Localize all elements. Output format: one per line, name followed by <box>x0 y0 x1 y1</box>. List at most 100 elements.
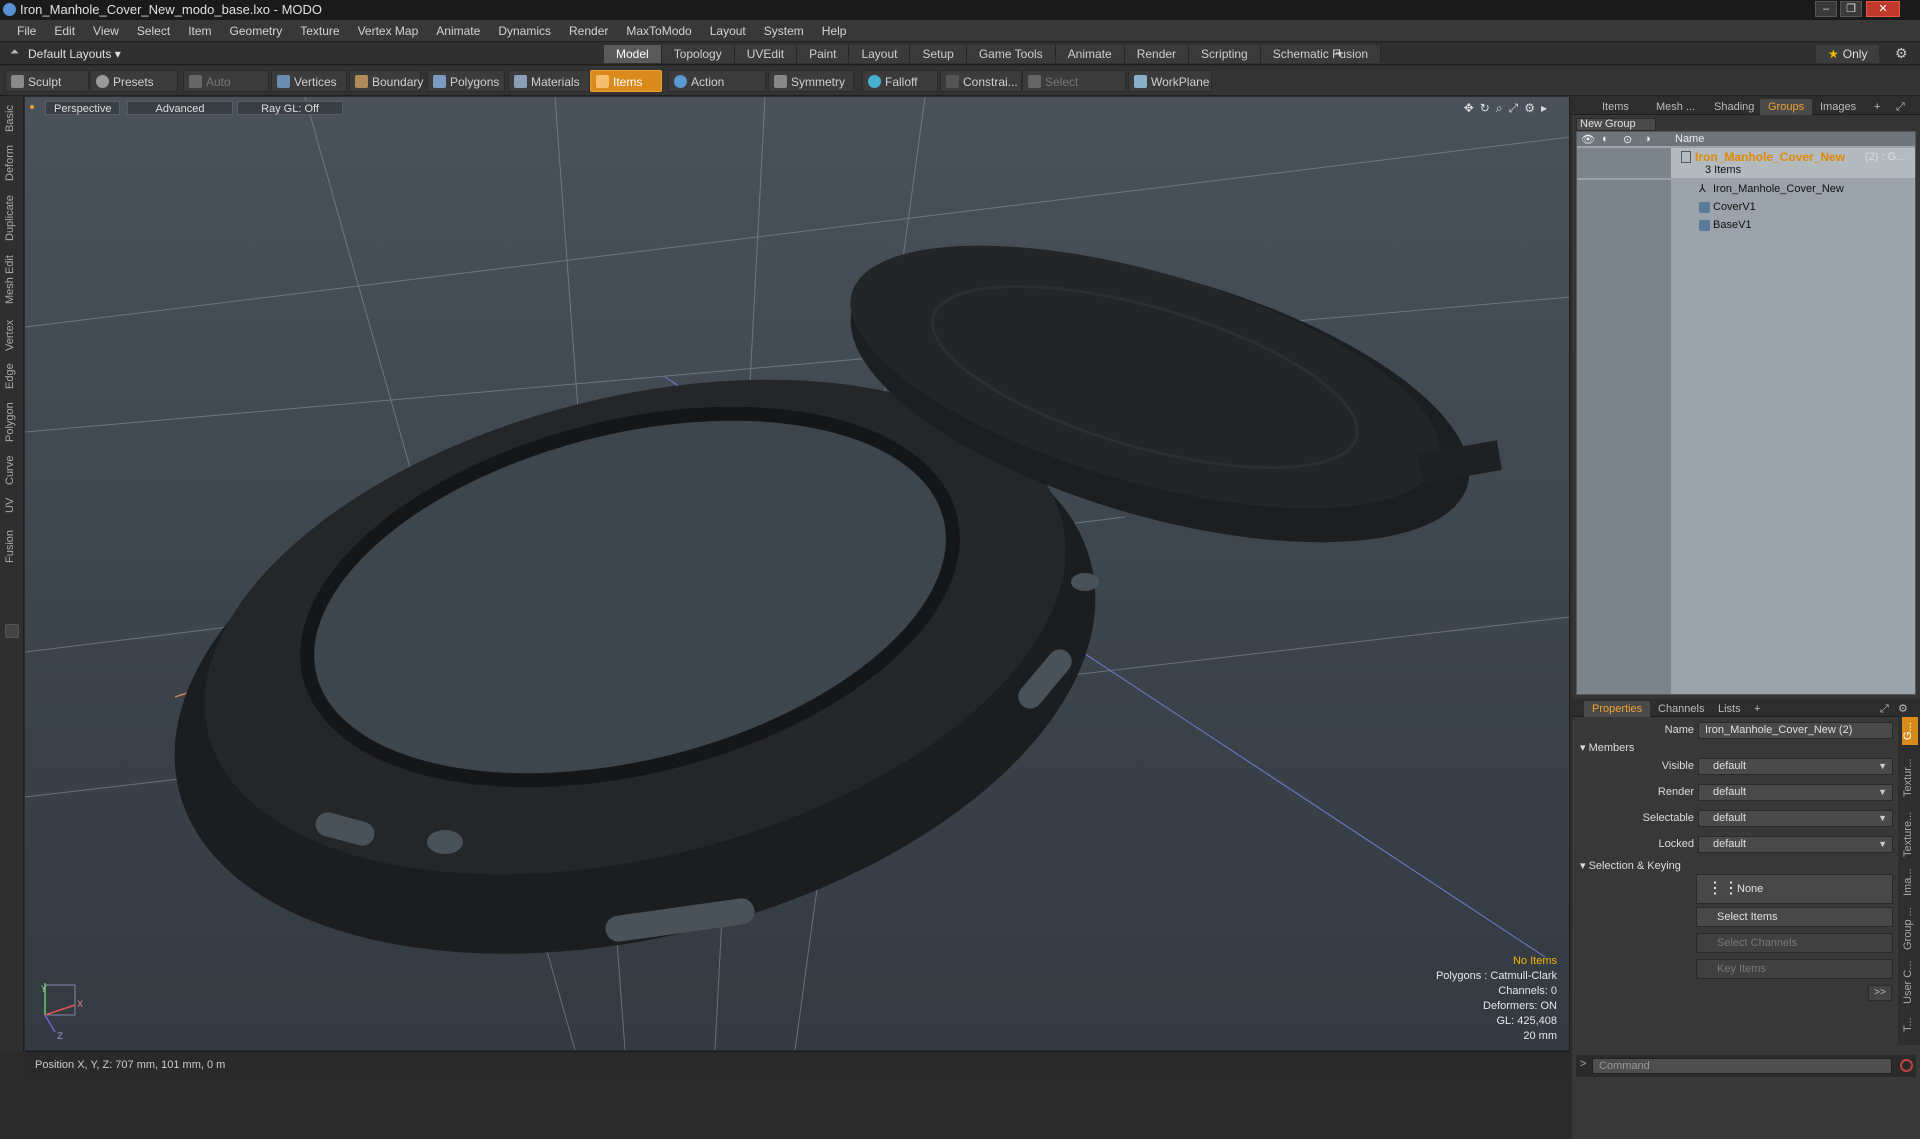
tab-topology[interactable]: Topology <box>661 45 735 63</box>
locked-dropdown[interactable]: default ▼ <box>1698 836 1893 853</box>
command-input[interactable]: Command <box>1592 1058 1892 1074</box>
polygons-button[interactable]: Polygons <box>427 70 505 92</box>
tab-setup[interactable]: Setup <box>910 45 967 63</box>
minimize-button[interactable]: – <box>1815 1 1837 17</box>
key-items-button[interactable]: Key Items <box>1696 959 1893 979</box>
visible-dropdown[interactable]: default ▼ <box>1698 758 1893 775</box>
viewport-menu-dot-icon[interactable] <box>30 105 34 109</box>
menu-animate[interactable]: Animate <box>427 20 489 42</box>
rotate-icon[interactable]: ↻ <box>1480 101 1496 115</box>
tab-render[interactable]: Render <box>1124 45 1190 63</box>
tab-model[interactable]: Model <box>604 45 662 63</box>
tab-edge[interactable]: Edge <box>4 361 20 391</box>
new-group-button[interactable]: New Group <box>1576 118 1656 131</box>
viewport-settings-icon[interactable]: ⚙ <box>1524 101 1541 115</box>
select-channels-button[interactable]: Select Channels <box>1696 933 1893 953</box>
auto-select-button[interactable]: Auto Select <box>183 70 269 111</box>
tab-mesh-edit[interactable]: Mesh Edit <box>4 253 20 307</box>
tab-animate[interactable]: Animate <box>1055 45 1125 63</box>
falloff-button[interactable]: Falloff <box>862 70 938 92</box>
tab-lists[interactable]: Lists <box>1710 701 1749 717</box>
workplane-button[interactable]: WorkPlane <box>1128 70 1212 92</box>
menu-geometry[interactable]: Geometry <box>221 20 292 42</box>
tab-mesh[interactable]: Mesh ... <box>1648 99 1703 115</box>
maximize-button[interactable]: ❐ <box>1840 1 1862 17</box>
presets-button[interactable]: Presets <box>90 70 178 92</box>
add-tab-icon[interactable]: + <box>1866 99 1888 115</box>
visibility-eye-icon[interactable]: 👁 <box>1581 133 1595 146</box>
tab-items[interactable]: Items <box>1594 99 1637 115</box>
members-section[interactable]: ▾ Members <box>1580 741 1634 754</box>
menu-system[interactable]: System <box>755 20 813 42</box>
pan-icon[interactable]: ✥ <box>1464 101 1480 115</box>
menu-view[interactable]: View <box>84 20 128 42</box>
menu-edit[interactable]: Edit <box>45 20 84 42</box>
name-column-header[interactable]: Name <box>1675 133 1704 145</box>
tab-channels[interactable]: Channels <box>1650 701 1712 717</box>
tab-fusion[interactable]: Fusion <box>4 525 20 567</box>
tab-t[interactable]: T... <box>1902 1013 1918 1037</box>
render-dropdown[interactable]: default ▼ <box>1698 784 1893 801</box>
more-button[interactable]: >> <box>1868 985 1892 1001</box>
tab-uv[interactable]: UV <box>4 495 20 515</box>
menu-render[interactable]: Render <box>560 20 617 42</box>
gear-icon[interactable]: ⚙ <box>1895 45 1908 62</box>
tab-textur[interactable]: Textur... <box>1902 755 1918 801</box>
tab-paint[interactable]: Paint <box>797 45 850 63</box>
tab-deform[interactable]: Deform <box>4 143 20 183</box>
constrain-button[interactable]: Constrai... <box>940 70 1022 92</box>
tab-images[interactable]: Images <box>1812 99 1864 115</box>
add-layout-tab-button[interactable]: + <box>1335 44 1344 64</box>
list-item[interactable]: ⅄ Iron_Manhole_Cover_New <box>1577 180 1915 198</box>
panel-expand-icon[interactable]: ⤢ <box>1888 99 1913 115</box>
close-button[interactable]: ✕ <box>1866 1 1900 17</box>
advanced-dropdown[interactable]: Advanced <box>127 101 233 115</box>
viewport-expand-icon[interactable]: ▸ <box>1541 101 1553 115</box>
tab-vertex[interactable]: Vertex <box>4 317 20 353</box>
tab-layout[interactable]: Layout <box>849 45 911 63</box>
tab-group-properties[interactable]: G... <box>1902 717 1918 745</box>
tab-polygon[interactable]: Polygon <box>4 399 20 445</box>
tab-shading[interactable]: Shading <box>1706 99 1762 115</box>
zoom-icon[interactable]: ⌕ <box>1496 101 1509 115</box>
tab-basic[interactable]: Basic <box>4 103 20 135</box>
select-through-button[interactable]: Select Through <box>1022 70 1126 111</box>
boundary-button[interactable]: Boundary <box>349 70 423 92</box>
menu-select[interactable]: Select <box>128 20 179 42</box>
name-field[interactable]: Iron_Manhole_Cover_New (2) <box>1698 722 1893 739</box>
tab-texture[interactable]: Texture... <box>1902 809 1918 859</box>
group-row[interactable]: Iron_Manhole_Cover_New (2) : G... 3 Item… <box>1577 148 1915 178</box>
none-button[interactable]: ⋮⋮ None <box>1696 874 1893 904</box>
record-icon[interactable] <box>1900 1059 1913 1072</box>
menu-texture[interactable]: Texture <box>291 20 348 42</box>
select-col-icon[interactable]: ◑ <box>1644 133 1651 145</box>
materials-button[interactable]: Materials <box>508 70 590 92</box>
tab-scripting[interactable]: Scripting <box>1189 45 1261 63</box>
only-toggle[interactable]: ★ Only <box>1816 45 1880 63</box>
render-col-icon[interactable]: ◐ <box>1602 133 1609 145</box>
tab-groups[interactable]: Groups <box>1760 99 1813 115</box>
perspective-dropdown[interactable]: Perspective <box>45 101 121 115</box>
lock-col-icon[interactable]: ⊙ <box>1623 133 1632 146</box>
menu-vertex-map[interactable]: Vertex Map <box>349 20 428 42</box>
list-item[interactable]: CoverV1 <box>1577 198 1915 216</box>
layout-menu-icon[interactable]: ⏶ <box>10 46 19 59</box>
vertices-button[interactable]: Vertices <box>271 70 347 92</box>
selectable-dropdown[interactable]: default ▼ <box>1698 810 1893 827</box>
menu-dynamics[interactable]: Dynamics <box>489 20 560 42</box>
menu-layout[interactable]: Layout <box>701 20 755 42</box>
tab-game-tools[interactable]: Game Tools <box>966 45 1056 63</box>
tab-group[interactable]: Group ... <box>1902 907 1918 951</box>
3d-viewport[interactable]: Y X Z Perspective Advanced Ray GL: Off ✥… <box>25 97 1570 1050</box>
items-button[interactable]: Items <box>590 70 662 92</box>
menu-item[interactable]: Item <box>179 20 220 42</box>
menu-help[interactable]: Help <box>813 20 856 42</box>
add-tab-icon[interactable]: + <box>1746 701 1768 717</box>
action-center-button[interactable]: Action Center <box>668 70 766 111</box>
raygl-dropdown[interactable]: Ray GL: Off <box>237 101 343 115</box>
symmetry-button[interactable]: Symmetry <box>768 70 854 92</box>
selection-keying-section[interactable]: ▾ Selection & Keying <box>1580 859 1681 872</box>
tab-curve[interactable]: Curve <box>4 453 20 487</box>
toolbox-toggle-icon[interactable] <box>5 624 19 638</box>
sculpt-button[interactable]: Sculpt <box>5 70 89 92</box>
